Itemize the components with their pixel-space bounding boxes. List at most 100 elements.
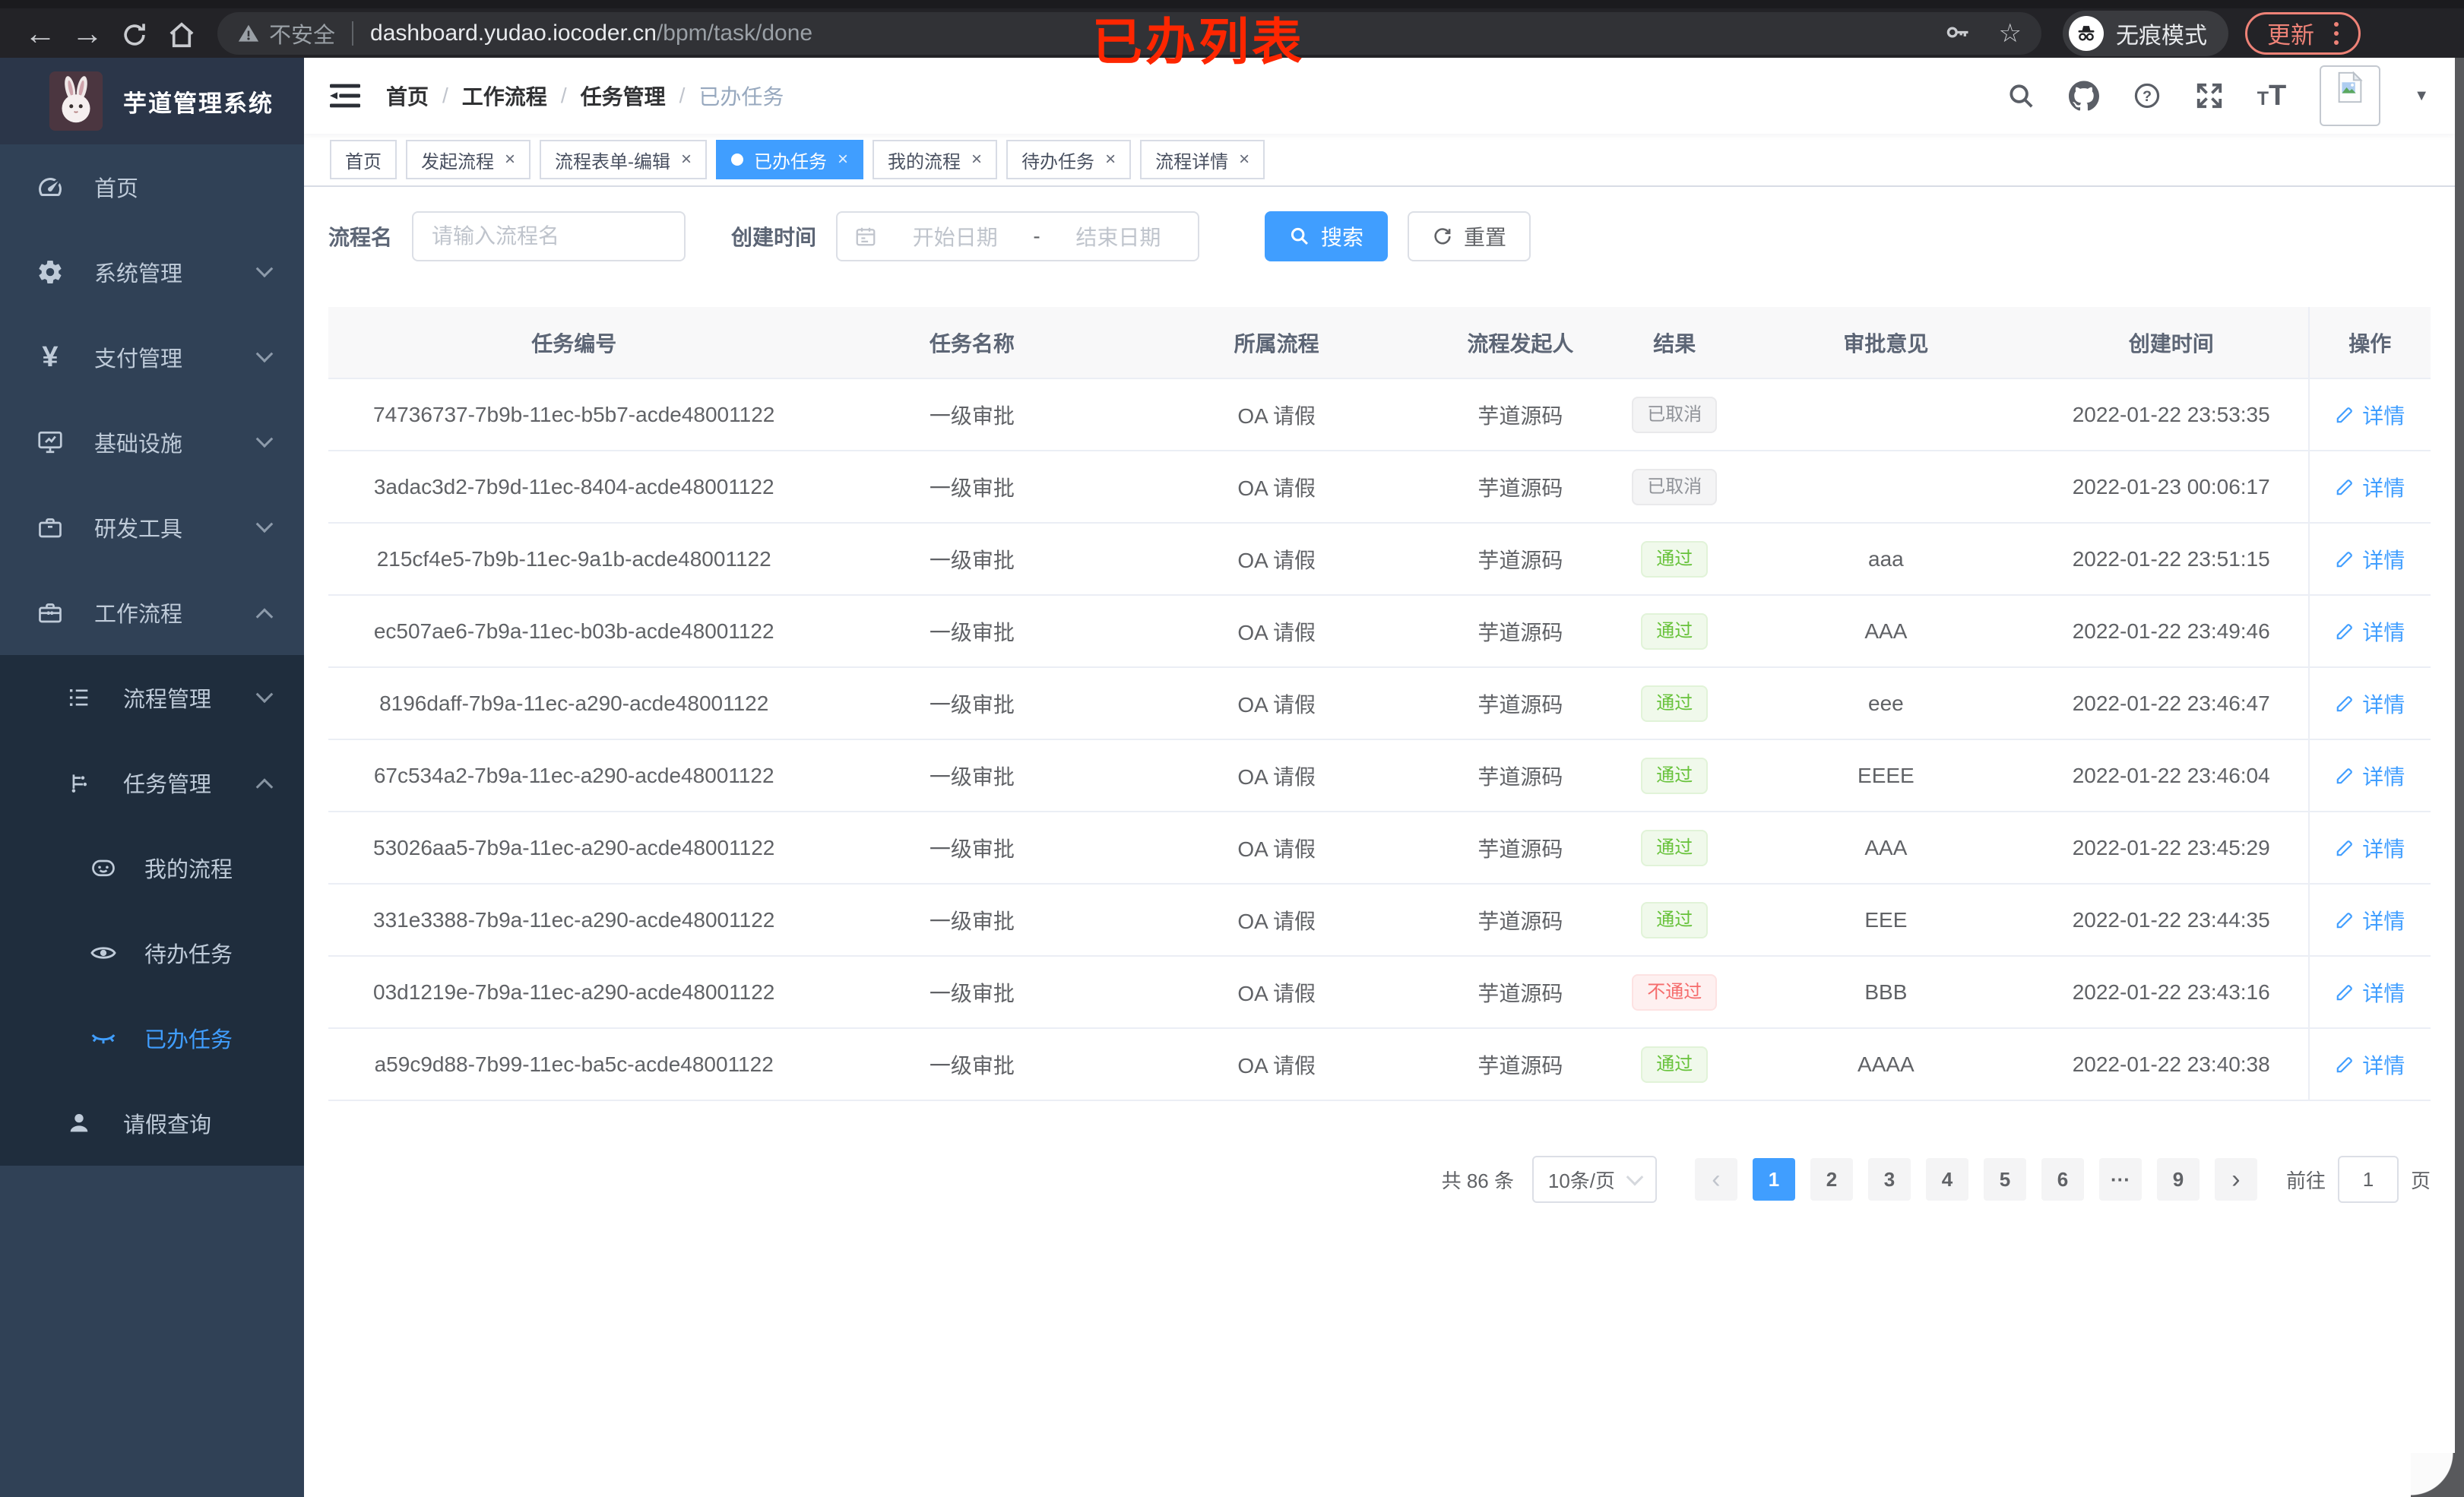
browser-back-button[interactable]: ← <box>17 15 64 52</box>
search-button[interactable]: 搜索 <box>1265 211 1389 261</box>
cell-opinion: AAAA <box>1737 1028 2035 1101</box>
home-icon <box>169 22 194 48</box>
browser-forward-button[interactable]: → <box>64 15 111 52</box>
detail-link[interactable]: 详情 <box>2335 544 2405 574</box>
sidebar-item-system[interactable]: 系统管理 <box>0 229 304 315</box>
detail-link[interactable]: 详情 <box>2335 761 2405 791</box>
breadcrumb-current: 已办任务 <box>698 85 784 109</box>
sidebar-item-my-process[interactable]: 我的流程 <box>0 825 304 910</box>
cell-task-id: 74736737-7b9b-11ec-b5b7-acde48001122 <box>328 378 820 451</box>
key-icon[interactable] <box>1944 20 1972 47</box>
sidebar-item-process-mgmt[interactable]: 流程管理 <box>0 655 304 740</box>
search-icon[interactable] <box>2006 81 2035 110</box>
sidebar-item-home[interactable]: 首页 <box>0 144 304 229</box>
browser-home-button[interactable] <box>158 15 205 52</box>
close-icon[interactable]: × <box>971 150 982 169</box>
fullscreen-icon[interactable] <box>2195 81 2224 110</box>
page-button-9[interactable]: 9 <box>2156 1158 2200 1201</box>
detail-link[interactable]: 详情 <box>2335 977 2405 1008</box>
detail-label: 详情 <box>2362 909 2405 933</box>
close-icon[interactable]: × <box>838 150 848 169</box>
page-button-2[interactable]: 2 <box>1810 1158 1853 1201</box>
prev-page-button[interactable]: ‹ <box>1694 1158 1737 1201</box>
tab-start-process[interactable]: 发起流程 × <box>406 140 531 179</box>
detail-link[interactable]: 详情 <box>2335 688 2405 719</box>
page-button-4[interactable]: 4 <box>1925 1158 1968 1201</box>
tab-form-edit[interactable]: 流程表单-编辑 × <box>540 140 708 179</box>
cell-opinion: aaa <box>1737 523 2035 596</box>
page-ellipsis[interactable]: ··· <box>2098 1158 2142 1201</box>
close-icon[interactable]: × <box>1239 150 1249 169</box>
page-button-6[interactable]: 6 <box>2041 1158 2084 1201</box>
cell-task-name: 一级审批 <box>819 739 1125 812</box>
page-button-3[interactable]: 3 <box>1867 1158 1911 1201</box>
cell-created: 2022-01-23 00:06:17 <box>2034 451 2309 524</box>
chevron-down-icon <box>255 260 274 278</box>
avatar[interactable] <box>2320 65 2381 126</box>
tab-home[interactable]: 首页 <box>330 140 397 179</box>
browser-menu-icon[interactable] <box>2329 21 2343 45</box>
tab-my-process[interactable]: 我的流程 × <box>873 140 998 179</box>
sidebar-item-workflow[interactable]: 工作流程 <box>0 570 304 655</box>
cell-opinion <box>1737 451 2035 524</box>
page-size-select[interactable]: 10条/页 <box>1531 1156 1657 1203</box>
sidebar-item-label: 支付管理 <box>94 347 183 372</box>
detail-link[interactable]: 详情 <box>2335 1049 2405 1080</box>
sidebar-item-label: 系统管理 <box>94 262 183 286</box>
sidebar-item-infrastructure[interactable]: 基础设施 <box>0 400 304 485</box>
tab-done-tasks[interactable]: 已办任务 × <box>716 140 864 179</box>
detail-link[interactable]: 详情 <box>2335 472 2405 502</box>
window-scrollbar-track[interactable] <box>2455 58 2464 1497</box>
table-row: ec507ae6-7b9a-11ec-b03b-acde48001122 一级审… <box>328 595 2431 668</box>
sidebar-item-label: 任务管理 <box>123 773 212 797</box>
detail-link[interactable]: 详情 <box>2335 905 2405 935</box>
sidebar-item-todo-tasks[interactable]: 待办任务 <box>0 910 304 995</box>
cell-opinion: AAA <box>1737 595 2035 668</box>
breadcrumb-workflow[interactable]: 工作流程 <box>462 81 547 111</box>
detail-label: 详情 <box>2362 837 2405 861</box>
detail-link[interactable]: 详情 <box>2335 833 2405 863</box>
cell-created: 2022-01-22 23:51:15 <box>2034 523 2309 596</box>
bookmark-star-icon[interactable]: ☆ <box>1999 18 2022 49</box>
detail-link[interactable]: 详情 <box>2335 400 2405 430</box>
sidebar-item-payment[interactable]: ¥ 支付管理 <box>0 315 304 400</box>
security-status[interactable]: 不安全 <box>237 17 335 49</box>
breadcrumb-task-mgmt[interactable]: 任务管理 <box>581 81 666 111</box>
app-logo-bar[interactable]: 芋道管理系统 <box>0 58 304 144</box>
date-range-picker[interactable]: 开始日期 - 结束日期 <box>836 211 1200 261</box>
avatar-caret-icon[interactable]: ▼ <box>2414 87 2429 105</box>
workflow-submenu: 流程管理 任务管理 我的流程 待办任务 已办任务 请假查询 <box>0 655 304 1166</box>
font-size-icon[interactable]: TT <box>2257 81 2287 110</box>
reset-button[interactable]: 重置 <box>1408 211 1531 261</box>
cell-process: OA 请假 <box>1124 1028 1430 1101</box>
browser-reload-button[interactable] <box>111 15 158 52</box>
page-button-1[interactable]: 1 <box>1752 1158 1795 1201</box>
sidebar-item-leave-query[interactable]: 请假查询 <box>0 1081 304 1166</box>
cell-process: OA 请假 <box>1124 595 1430 668</box>
sidebar-item-devtools[interactable]: 研发工具 <box>0 485 304 570</box>
hamburger-icon[interactable] <box>330 83 360 109</box>
github-icon[interactable] <box>2068 81 2099 111</box>
next-page-button[interactable]: › <box>2214 1158 2257 1201</box>
help-icon[interactable]: ? <box>2133 81 2162 110</box>
close-icon[interactable]: × <box>681 150 692 169</box>
tab-process-detail[interactable]: 流程详情 × <box>1140 140 1265 179</box>
cell-task-id: 215cf4e5-7b9b-11ec-9a1b-acde48001122 <box>328 523 820 596</box>
url-host: dashboard.yudao.iocoder.cn <box>370 20 657 46</box>
cell-created: 2022-01-22 23:44:35 <box>2034 884 2309 957</box>
goto-page-input[interactable] <box>2337 1156 2399 1203</box>
sidebar-item-task-mgmt[interactable]: 任务管理 <box>0 740 304 825</box>
breadcrumb-home[interactable]: 首页 <box>386 81 429 111</box>
process-name-input[interactable] <box>412 211 686 261</box>
sidebar-item-done-tasks[interactable]: 已办任务 <box>0 995 304 1081</box>
detail-link[interactable]: 详情 <box>2335 616 2405 647</box>
col-actions: 操作 <box>2307 307 2431 379</box>
result-tag: 通过 <box>1641 685 1709 722</box>
tab-todo-tasks[interactable]: 待办任务 × <box>1006 140 1132 179</box>
close-icon[interactable]: × <box>505 150 515 169</box>
page-button-5[interactable]: 5 <box>1983 1158 2026 1201</box>
browser-update-button[interactable]: 更新 <box>2245 11 2361 55</box>
navbar-tools: ? TT ▼ <box>2006 65 2429 126</box>
close-icon[interactable]: × <box>1105 150 1116 169</box>
reset-button-label: 重置 <box>1464 226 1507 249</box>
